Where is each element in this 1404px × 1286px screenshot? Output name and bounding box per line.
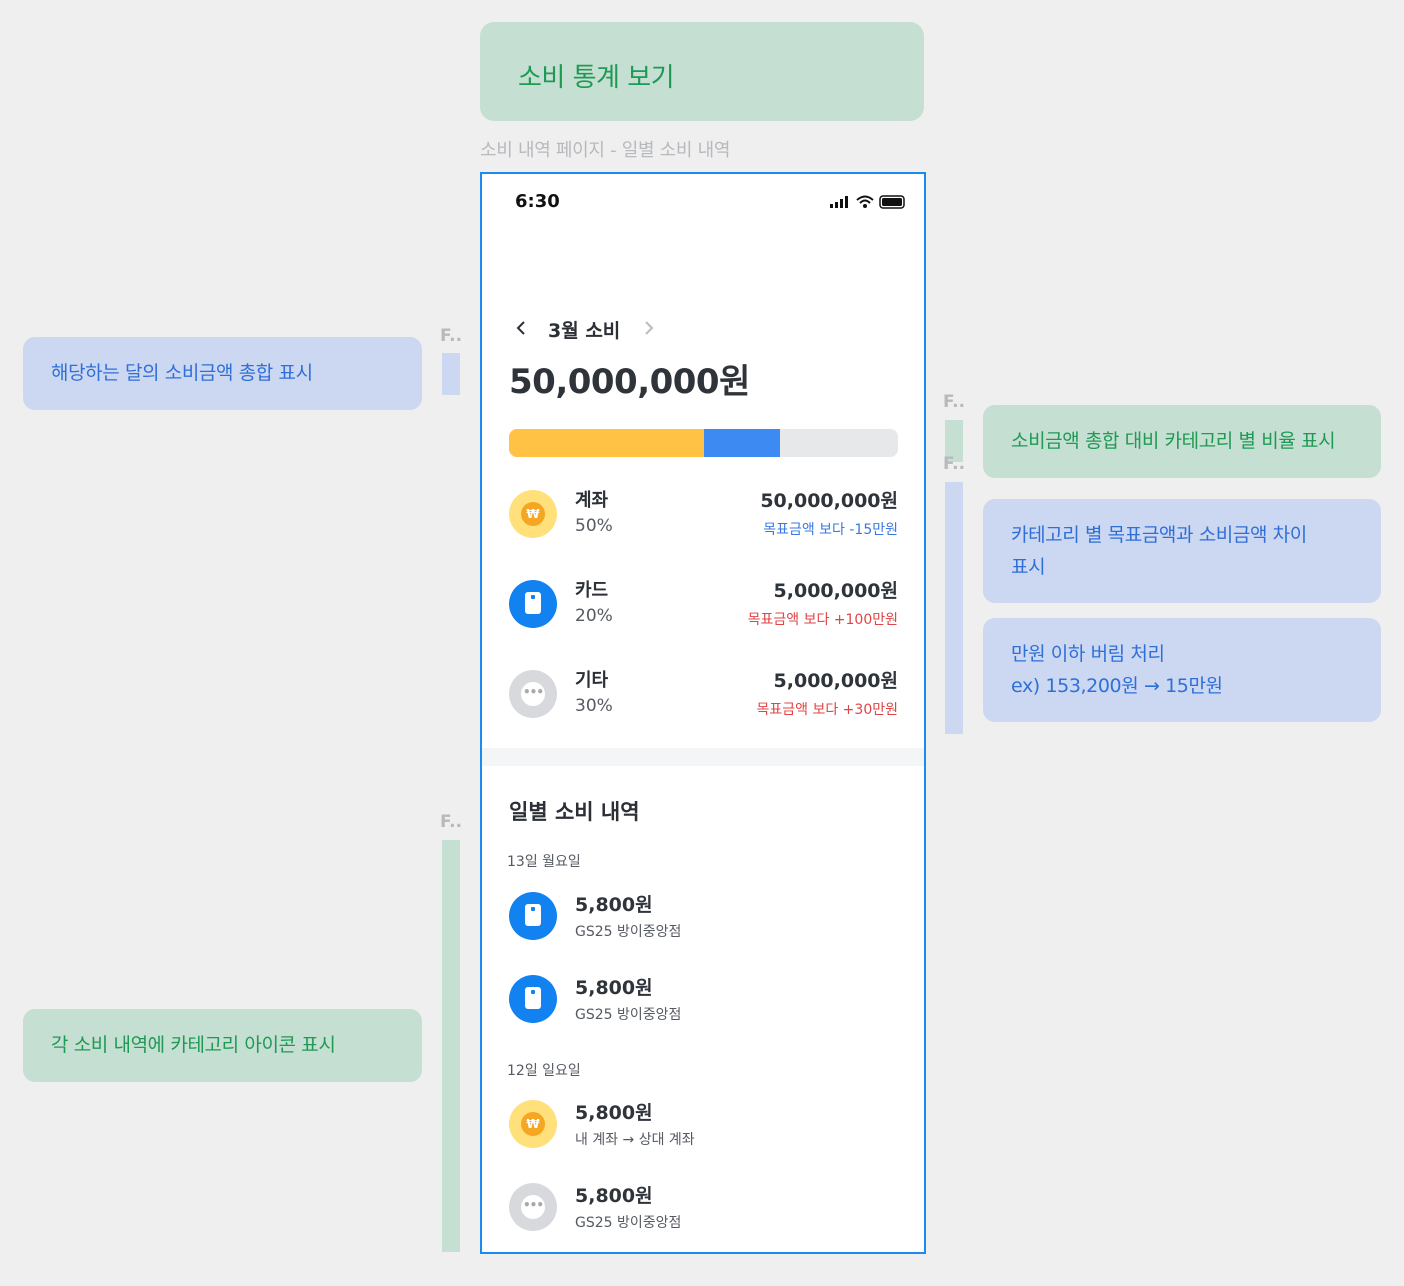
transaction-row[interactable]: ••• 5,800원 GS25 방이중앙점 bbox=[509, 1181, 898, 1233]
more-dots-icon: ••• bbox=[509, 1183, 557, 1231]
signal-wifi-battery-icon bbox=[830, 195, 905, 209]
transaction-desc: GS25 방이중앙점 bbox=[575, 1215, 682, 1231]
frame-bar-label: F.. bbox=[943, 454, 966, 474]
category-name: 계좌 bbox=[575, 490, 609, 511]
category-name: 기타 bbox=[575, 670, 609, 691]
note-text: 소비금액 총합 대비 카테고리 별 비율 표시 bbox=[1011, 430, 1336, 452]
frame-label: 소비 내역 페이지 - 일별 소비 내역 bbox=[480, 140, 731, 161]
transaction-row[interactable]: 5,800원 GS25 방이중앙점 bbox=[509, 973, 898, 1025]
chevron-right-icon[interactable] bbox=[642, 318, 656, 342]
card-icon bbox=[509, 892, 557, 940]
note-goal-diff: 카테고리 별 목표금액과 소비금액 차이 표시 bbox=[983, 499, 1381, 603]
section-divider bbox=[482, 748, 924, 766]
note-rounding: 만원 이하 버림 처리 ex) 153,200원 → 15만원 bbox=[983, 618, 1381, 722]
status-icons bbox=[830, 194, 906, 213]
category-amount: 5,000,000원 bbox=[773, 670, 898, 692]
category-amount: 50,000,000원 bbox=[760, 490, 898, 512]
chevron-left-icon[interactable] bbox=[514, 318, 528, 342]
note-text: ex) 153,200원 → 15만원 bbox=[1011, 675, 1223, 697]
card-icon bbox=[509, 975, 557, 1023]
phone-screen: 6:30 3월 소비 50,000,000원 ₩ 계좌 50% 50,000,0… bbox=[480, 172, 926, 1254]
category-ratio-bar bbox=[509, 429, 898, 457]
monthly-total: 50,000,000원 bbox=[509, 362, 750, 402]
day-label: 12일 일요일 bbox=[507, 1063, 581, 1079]
daily-section-title: 일별 소비 내역 bbox=[509, 800, 640, 824]
category-goal-diff: 목표금액 보다 -15만원 bbox=[763, 522, 898, 538]
note-text: 각 소비 내역에 카테고리 아이콘 표시 bbox=[51, 1034, 336, 1056]
transaction-row[interactable]: ₩ 5,800원 내 계좌 → 상대 계좌 bbox=[509, 1098, 898, 1150]
day-label: 13일 월요일 bbox=[507, 854, 581, 870]
transaction-row[interactable]: 5,800원 GS25 방이중앙점 bbox=[509, 890, 898, 942]
transaction-desc: 내 계좌 → 상대 계좌 bbox=[575, 1132, 695, 1148]
category-percent: 20% bbox=[575, 606, 613, 626]
transaction-amount: 5,800원 bbox=[575, 1102, 653, 1124]
note-category-icon: 각 소비 내역에 카테고리 아이콘 표시 bbox=[23, 1009, 422, 1082]
transaction-amount: 5,800원 bbox=[575, 894, 653, 916]
month-label: 3월 소비 bbox=[548, 320, 621, 342]
ratio-segment bbox=[703, 429, 780, 457]
transaction-amount: 5,800원 bbox=[575, 1185, 653, 1207]
ratio-segment bbox=[779, 429, 898, 457]
frame-bar-label: F.. bbox=[440, 812, 463, 832]
category-percent: 50% bbox=[575, 516, 613, 536]
note-text: 카테고리 별 목표금액과 소비금액 차이 bbox=[1011, 524, 1307, 546]
note-text: 표시 bbox=[1011, 556, 1046, 578]
transaction-desc: GS25 방이중앙점 bbox=[575, 924, 682, 940]
card-icon bbox=[509, 580, 557, 628]
category-name: 카드 bbox=[575, 580, 609, 601]
note-text: 해당하는 달의 소비금액 총합 표시 bbox=[51, 362, 313, 384]
ratio-segment bbox=[509, 429, 704, 457]
category-amount: 5,000,000원 bbox=[773, 580, 898, 602]
transaction-amount: 5,800원 bbox=[575, 977, 653, 999]
note-monthly-total: 해당하는 달의 소비금액 총합 표시 bbox=[23, 337, 422, 410]
note-category-ratio: 소비금액 총합 대비 카테고리 별 비율 표시 bbox=[983, 405, 1381, 478]
won-coin-icon: ₩ bbox=[509, 490, 557, 538]
note-text: 만원 이하 버림 처리 bbox=[1011, 643, 1165, 665]
frame-bar bbox=[442, 353, 460, 395]
category-row-etc[interactable]: ••• 기타 30% 5,000,000원 목표금액 보다 +30만원 bbox=[509, 666, 898, 722]
category-goal-diff: 목표금액 보다 +100만원 bbox=[747, 612, 898, 628]
category-row-account[interactable]: ₩ 계좌 50% 50,000,000원 목표금액 보다 -15만원 bbox=[509, 486, 898, 542]
more-dots-icon: ••• bbox=[509, 670, 557, 718]
status-time: 6:30 bbox=[515, 191, 560, 212]
won-coin-icon: ₩ bbox=[509, 1100, 557, 1148]
category-row-card[interactable]: 카드 20% 5,000,000원 목표금액 보다 +100만원 bbox=[509, 576, 898, 632]
frame-bar-label: F.. bbox=[440, 326, 463, 346]
transaction-desc: GS25 방이중앙점 bbox=[575, 1007, 682, 1023]
category-goal-diff: 목표금액 보다 +30만원 bbox=[756, 702, 899, 718]
frame-bar bbox=[945, 482, 963, 734]
frame-bar-label: F.. bbox=[943, 392, 966, 412]
category-percent: 30% bbox=[575, 696, 613, 716]
section-title-card: 소비 통계 보기 bbox=[480, 22, 924, 121]
section-title: 소비 통계 보기 bbox=[518, 63, 675, 93]
frame-bar bbox=[442, 840, 460, 1252]
